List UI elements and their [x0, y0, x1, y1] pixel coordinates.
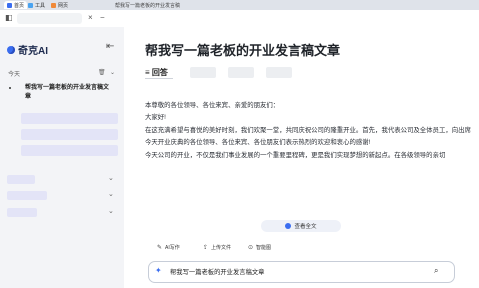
section-placeholder[interactable] [7, 175, 35, 184]
tool-label: AI写作 [165, 244, 180, 251]
history-item[interactable]: 帮我写一篇老板的开业发言稿文章 [5, 81, 118, 107]
browser-tab-home[interactable]: 首页 [4, 1, 28, 9]
history-item-label: 帮我写一篇老板的开业发言稿文章 [25, 85, 110, 100]
brand-logo[interactable]: 奇克AI [7, 42, 48, 57]
chat-input-text[interactable]: 帮我写一篇老板的开业发言稿文章 [170, 267, 264, 276]
tool-upload-button[interactable]: ⇪ 上传文件 [203, 242, 231, 252]
brand-name: 奇克AI [18, 46, 48, 57]
minimize-icon[interactable]: − [100, 14, 105, 22]
image-icon: ⊙ [248, 244, 254, 251]
tab-underline [145, 78, 173, 79]
tool-label: 智能图 [256, 244, 272, 251]
tab-answer[interactable]: ≡ 回答 [145, 67, 173, 79]
chevron-down-icon[interactable]: ⌄ [108, 190, 114, 198]
answer-paragraph: 大家好! [145, 114, 166, 122]
answer-body: 本尊敬的各位领导、各位来宾、亲爱的朋友们： 大家好! 在这充满希望与喜悦的美好时… [145, 100, 471, 162]
tab-placeholder[interactable] [266, 67, 292, 78]
tab-placeholder[interactable] [228, 67, 254, 78]
main-content: 帮我写一篇老板的开业发言稿文章 ≡ 回答 本尊敬的各位领导、各位来宾、亲爱的朋友… [124, 27, 479, 288]
browser-tab-label: 首页 [14, 2, 25, 9]
sidebar: 奇克AI ⇤ 今天 🗑 ⌄ 帮我写一篇老板的开业发言稿文章 ⌄ ⌄ ⌄ [0, 27, 124, 288]
page-title-text: 帮我写一篇老板的开业发言稿 [115, 3, 181, 9]
browser-tab-bar: 首页 工具 网页 帮我写一篇老板的开业发言稿 [0, 0, 479, 10]
sidebar-toggle-icon[interactable]: ◧ [5, 14, 13, 22]
web-icon [51, 2, 56, 8]
tab-answer-label: 回答 [151, 68, 168, 77]
content-fade [124, 177, 479, 217]
answer-icon: ≡ [145, 68, 152, 77]
search-icon[interactable]: ⌕ [434, 267, 438, 275]
upload-icon: ⇪ [203, 244, 209, 251]
tool-label: 上传文件 [211, 244, 232, 251]
home-icon [7, 2, 12, 8]
expand-icon [285, 223, 292, 229]
see-all-button[interactable]: 查看全文 [261, 220, 341, 232]
history-item-placeholder[interactable] [21, 145, 118, 156]
section-placeholder[interactable] [7, 191, 47, 200]
logo-icon [7, 45, 15, 54]
section-placeholder[interactable] [7, 208, 37, 217]
delete-icon[interactable]: 🗑 [98, 69, 106, 76]
address-bar[interactable] [17, 13, 82, 24]
history-item-placeholder[interactable] [21, 113, 118, 124]
answer-paragraph: 今天公司的开业，不仅是我们事业发展的一个重要里程碑，更是我们实现梦想的新起点。在… [145, 151, 446, 159]
tool-ai-write-button[interactable]: ✎ AI写作 [157, 242, 180, 252]
answer-paragraph: 在这充满希望与喜悦的美好时刻，我们欢聚一堂，共同庆祝公司的隆重开业。首先，我代表… [145, 126, 471, 147]
close-icon[interactable]: × [88, 14, 93, 22]
sparkle-icon: ✦ [155, 266, 162, 275]
browser-tab-label: 工具 [35, 2, 46, 9]
pen-icon: ✎ [157, 244, 163, 251]
browser-tab-web[interactable]: 网页 [51, 1, 68, 9]
chevron-down-icon[interactable]: ⌄ [108, 174, 114, 182]
browser-toolbar: ◧ × − [0, 10, 479, 28]
browser-tab-tools[interactable]: 工具 [28, 1, 45, 9]
answer-paragraph: 本尊敬的各位领导、各位来宾、亲爱的朋友们： [145, 102, 280, 109]
chat-input[interactable]: ✦ 帮我写一篇老板的开业发言稿文章 ⌕ [148, 261, 455, 283]
bullet-icon [9, 87, 11, 89]
browser-tab-label: 网页 [58, 2, 69, 9]
collapse-sidebar-icon[interactable]: ⇤ [106, 41, 114, 52]
chevron-down-icon[interactable]: ⌄ [108, 207, 114, 215]
page-title: 帮我写一篇老板的开业发言稿文章 [145, 43, 341, 58]
tool-smart-image-button[interactable]: ⊙ 智能图 [248, 242, 271, 252]
history-item-placeholder[interactable] [21, 129, 118, 140]
section-today-label: 今天 [8, 72, 21, 78]
see-all-label: 查看全文 [294, 224, 317, 230]
tools-icon [28, 2, 33, 8]
chevron-down-icon[interactable]: ⌄ [110, 69, 115, 76]
tab-placeholder[interactable] [190, 67, 216, 78]
